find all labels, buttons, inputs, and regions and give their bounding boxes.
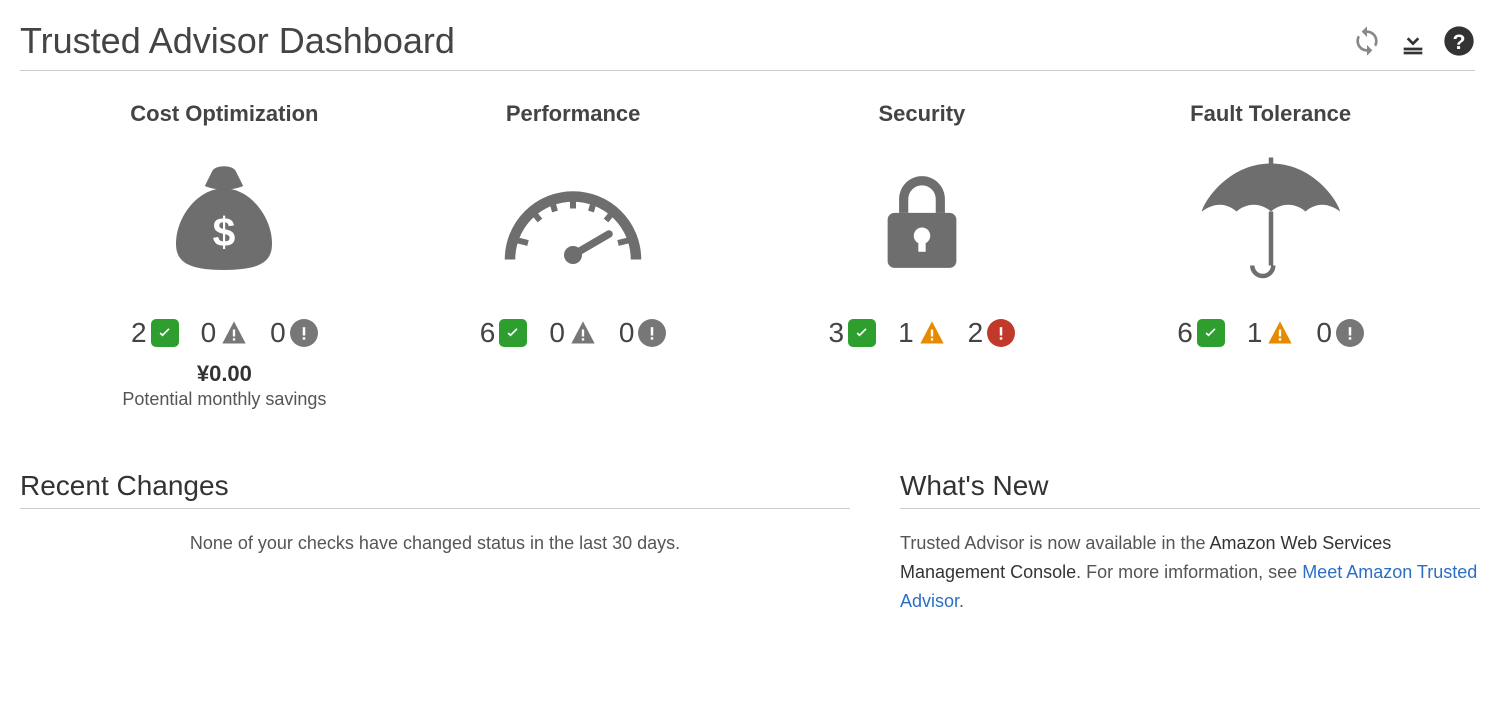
help-icon[interactable]: ? — [1443, 25, 1475, 57]
refresh-icon[interactable] — [1351, 25, 1383, 57]
ok-count: 6 — [480, 317, 528, 349]
warn-count: 1 — [1247, 317, 1295, 349]
svg-text:?: ? — [1452, 30, 1465, 54]
svg-text:$: $ — [213, 209, 236, 255]
category-title: Cost Optimization — [130, 101, 318, 127]
category-performance[interactable]: Performance 6 0 — [423, 101, 723, 410]
ok-count: 2 — [131, 317, 179, 349]
category-security[interactable]: Security 3 1 2 — [772, 101, 1072, 410]
recent-changes-panel: Recent Changes None of your checks have … — [20, 470, 850, 615]
check-icon — [499, 319, 527, 347]
panel-title: Recent Changes — [20, 470, 850, 509]
ok-count: 3 — [829, 317, 877, 349]
warning-icon — [1266, 319, 1294, 347]
err-count: 0 — [619, 317, 667, 349]
recent-changes-body: None of your checks have changed status … — [20, 529, 850, 558]
savings-label: Potential monthly savings — [122, 389, 326, 410]
gauge-icon — [498, 147, 648, 297]
warn-count: 1 — [898, 317, 946, 349]
download-icon[interactable] — [1397, 25, 1429, 57]
whats-new-body: Trusted Advisor is now available in the … — [900, 529, 1480, 615]
info-icon — [638, 319, 666, 347]
category-row: Cost Optimization $ 2 0 0 — [50, 101, 1445, 410]
check-icon — [151, 319, 179, 347]
category-cost-optimization[interactable]: Cost Optimization $ 2 0 0 — [74, 101, 374, 410]
check-icon — [1197, 319, 1225, 347]
panel-title: What's New — [900, 470, 1480, 509]
warning-icon — [918, 319, 946, 347]
err-count: 2 — [968, 317, 1016, 349]
header-actions: ? — [1351, 25, 1475, 57]
info-icon — [1336, 319, 1364, 347]
status-counts: 6 0 0 — [480, 317, 667, 349]
lock-icon — [847, 147, 997, 297]
whats-new-panel: What's New Trusted Advisor is now availa… — [900, 470, 1480, 615]
category-title: Performance — [506, 101, 641, 127]
category-title: Fault Tolerance — [1190, 101, 1351, 127]
warning-icon — [569, 319, 597, 347]
status-counts: 3 1 2 — [829, 317, 1016, 349]
status-counts: 2 0 0 — [131, 317, 318, 349]
umbrella-icon — [1196, 147, 1346, 297]
money-bag-icon: $ — [149, 147, 299, 297]
page-title: Trusted Advisor Dashboard — [20, 20, 455, 62]
err-count: 0 — [270, 317, 318, 349]
category-title: Security — [878, 101, 965, 127]
info-icon — [290, 319, 318, 347]
warn-count: 0 — [201, 317, 249, 349]
status-counts: 6 1 0 — [1177, 317, 1364, 349]
ok-count: 6 — [1177, 317, 1225, 349]
category-fault-tolerance[interactable]: Fault Tolerance 6 1 0 — [1121, 101, 1421, 410]
savings-amount: ¥0.00 — [197, 361, 252, 387]
err-count: 0 — [1316, 317, 1364, 349]
check-icon — [848, 319, 876, 347]
error-icon — [987, 319, 1015, 347]
warn-count: 0 — [549, 317, 597, 349]
warning-icon — [220, 319, 248, 347]
